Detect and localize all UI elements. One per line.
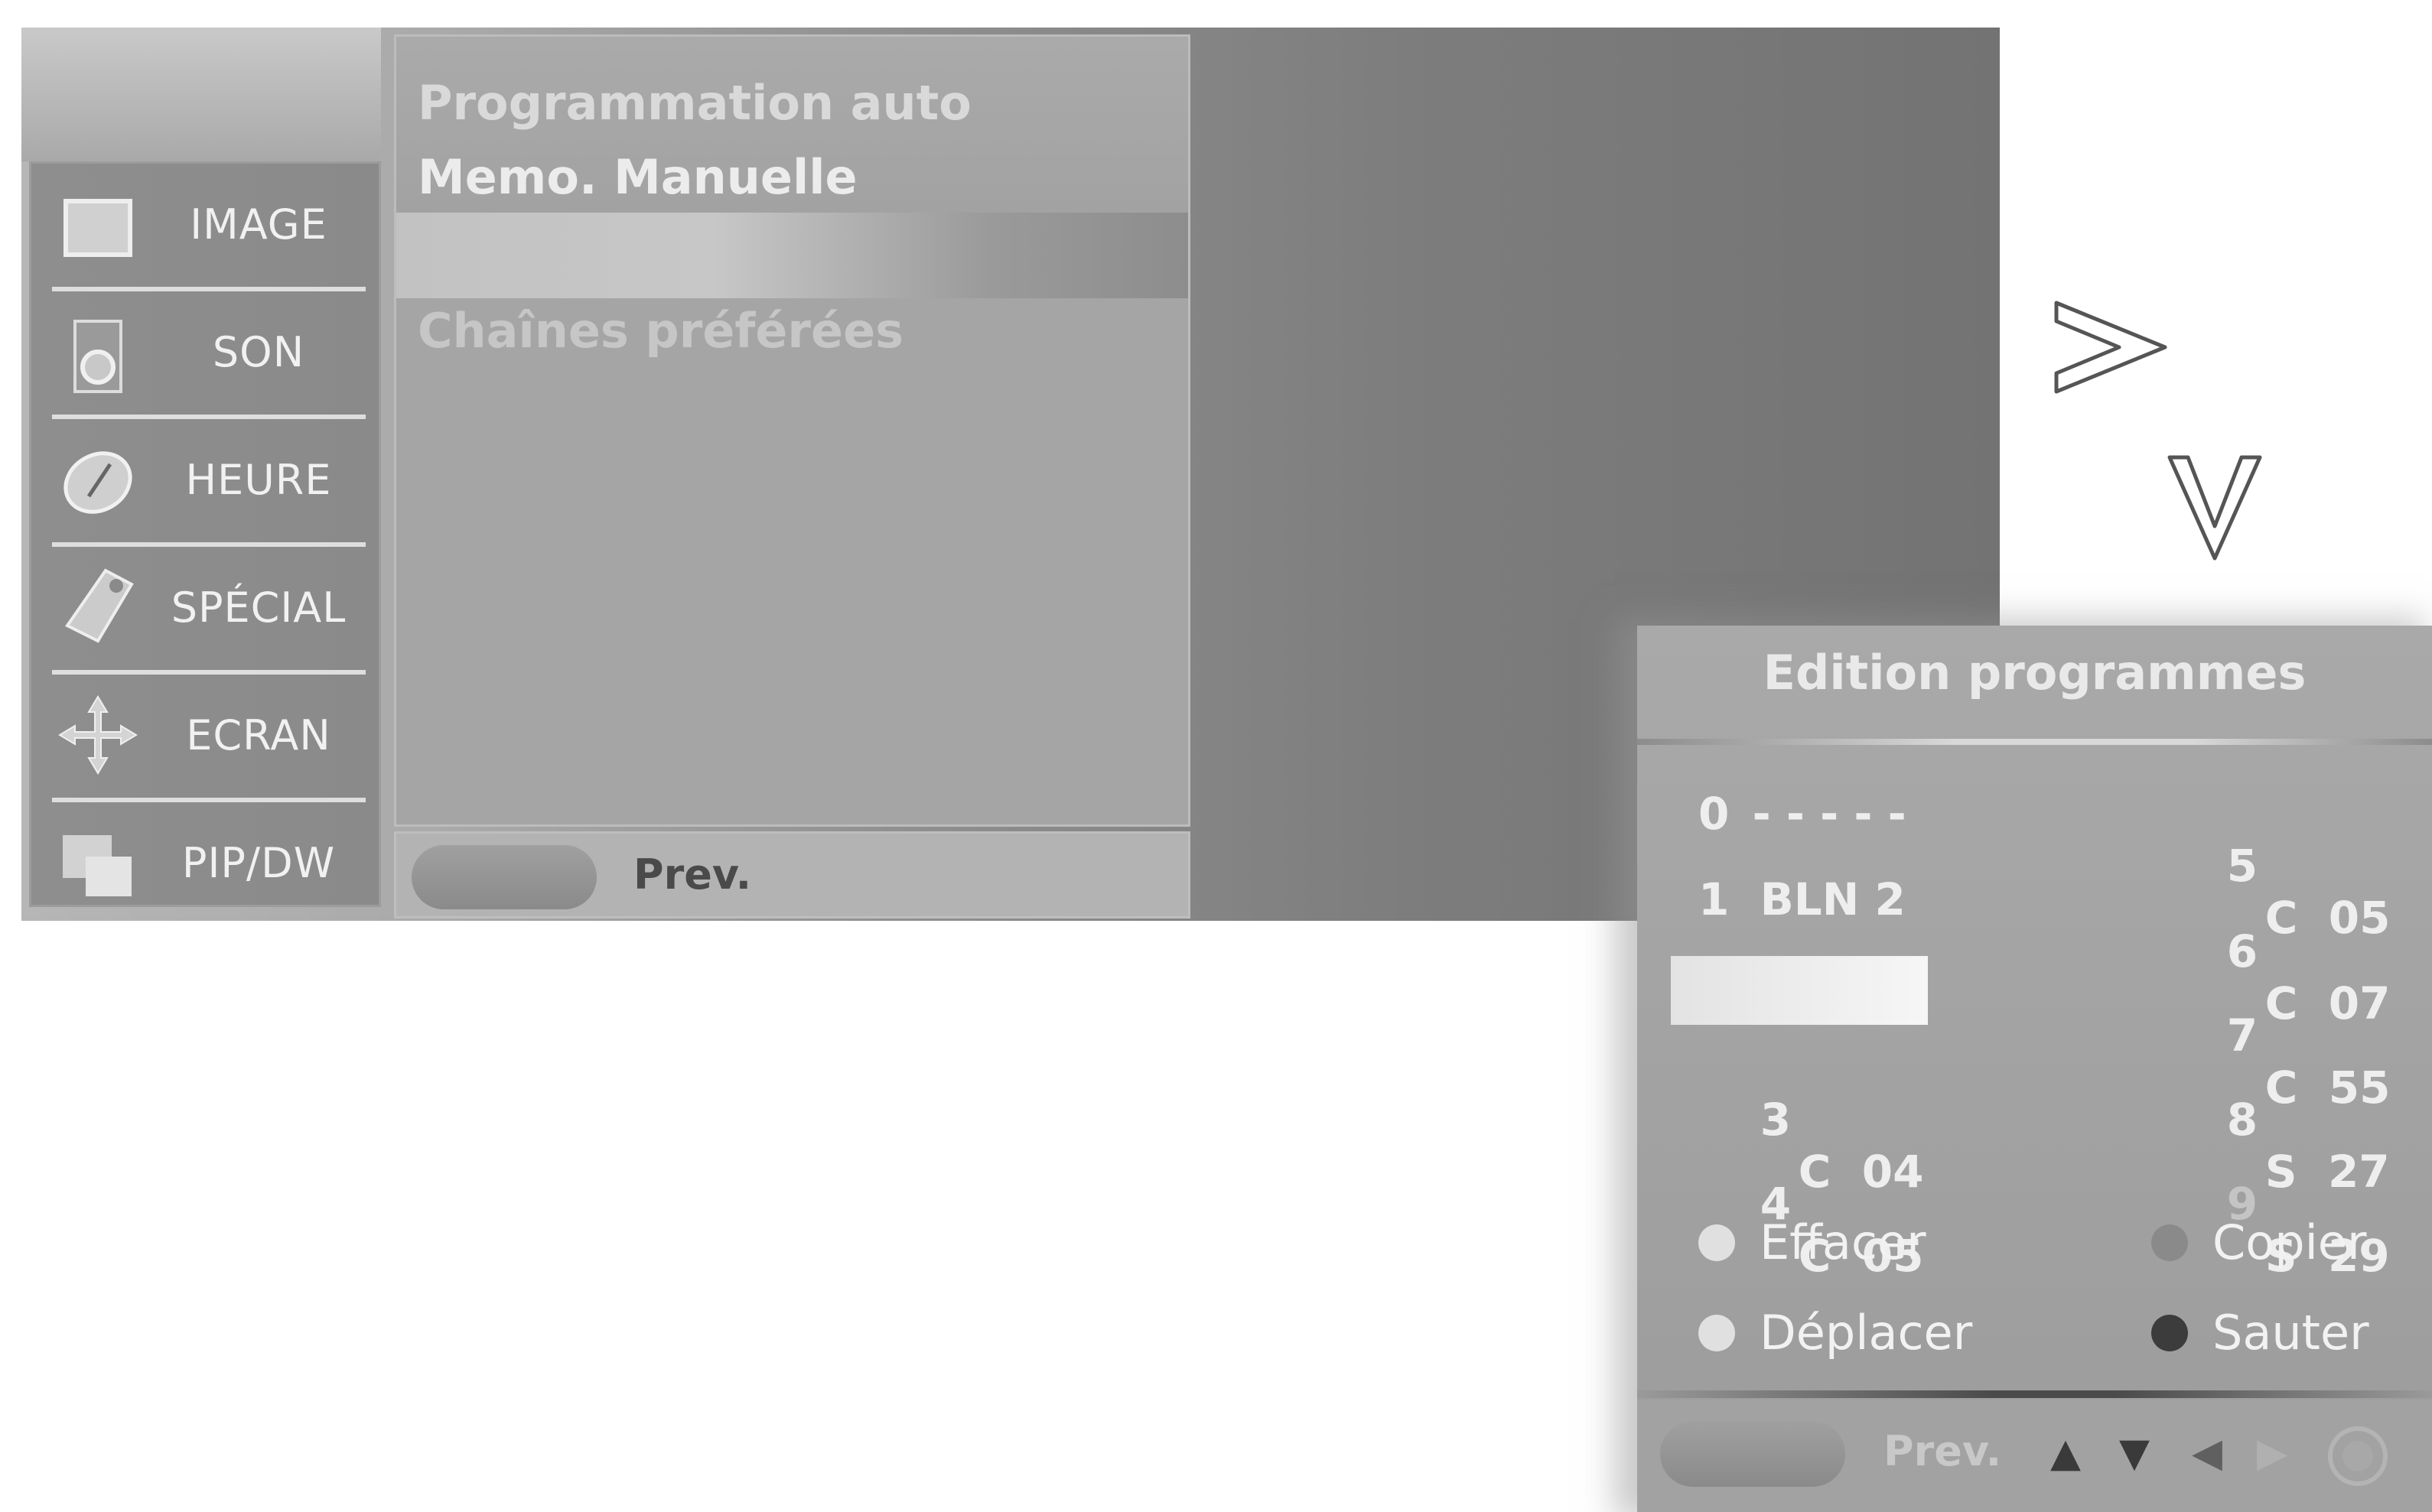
color-key-button[interactable] (1660, 1421, 1845, 1487)
submenu-selected-item[interactable] (396, 213, 1188, 298)
picture-icon (63, 199, 132, 257)
channel-row[interactable]: 0 - - - - - (1698, 788, 1906, 840)
yellow-key-dot-icon (1698, 1314, 1735, 1351)
up-arrow-icon[interactable]: ▲ (2050, 1430, 2081, 1476)
skip-action[interactable]: Sauter (2151, 1305, 2369, 1361)
sidebar-item-pipdw[interactable]: PIP/DW (29, 800, 381, 925)
main-bottom-bar: Prev. (396, 834, 1188, 916)
submenu-panel: Programmation auto Memo. Manuelle Chaîne… (396, 37, 1188, 824)
color-key-button[interactable] (412, 845, 597, 909)
sidebar-item-label: IMAGE (190, 200, 327, 249)
delete-action[interactable]: Effacer (1698, 1214, 1926, 1270)
blue-key-dot-icon (2151, 1314, 2188, 1351)
sidebar-item-heure[interactable]: HEURE (29, 417, 381, 542)
title-divider (1637, 739, 2432, 745)
move-action[interactable]: Déplacer (1698, 1305, 1972, 1361)
tag-icon (65, 568, 134, 643)
sidebar-item-ecran[interactable]: ECRAN (29, 672, 381, 798)
channel-row[interactable]: 1 BLN 2 (1698, 873, 1906, 925)
sidebar-item-label: PIP/DW (181, 838, 336, 887)
sidebar-item-son[interactable]: SON (29, 289, 381, 415)
sidebar-item-special[interactable]: SPÉCIAL (29, 545, 381, 670)
sidebar-item-label: ECRAN (186, 710, 331, 759)
down-arrow-icon[interactable]: ▼ (2119, 1430, 2150, 1476)
sidebar-item-label: SON (212, 327, 305, 376)
sidebar-item-label: SPÉCIAL (171, 583, 347, 632)
red-key-dot-icon (1698, 1224, 1735, 1261)
clock-icon (63, 451, 132, 514)
sidebar-item-label: HEURE (185, 455, 332, 504)
down-arrow-icon (2167, 455, 2262, 561)
selected-channel-slot[interactable] (1671, 956, 1928, 1025)
submenu-item-auto-programming[interactable]: Programmation auto (418, 75, 972, 131)
move-cross-icon (58, 695, 138, 775)
submenu-item-favorite-channels[interactable]: Chaînes préférées (418, 303, 903, 359)
sidebar-menu: IMAGE SON HEURE SPÉCIAL ECRAN PIP/DW (29, 161, 381, 907)
program-edit-panel: Edition programmes 0 - - - - - 1 BLN 2 3… (1637, 626, 2432, 1512)
ok-button-icon[interactable] (2326, 1424, 2390, 1488)
speaker-icon (73, 320, 122, 393)
submenu-item-manual-memo[interactable]: Memo. Manuelle (418, 149, 858, 205)
bottom-divider (1637, 1390, 2432, 1398)
prev-label[interactable]: Prev. (1883, 1427, 2001, 1475)
left-arrow-icon[interactable]: ◀ (2192, 1430, 2222, 1476)
prev-label[interactable]: Prev. (633, 850, 751, 899)
right-arrow-icon (2054, 301, 2167, 394)
pip-icon (63, 835, 132, 896)
right-arrow-icon[interactable]: ▶ (2257, 1430, 2287, 1476)
edit-panel-title: Edition programmes (1763, 645, 2307, 701)
green-key-dot-icon (2151, 1224, 2188, 1261)
top-glow (21, 28, 381, 161)
sidebar-item-image[interactable]: IMAGE (29, 161, 381, 287)
edit-bottom-bar: Prev. ▲ ▼ ◀ ▶ (1637, 1400, 2432, 1512)
copy-action[interactable]: Copier (2151, 1214, 2366, 1270)
